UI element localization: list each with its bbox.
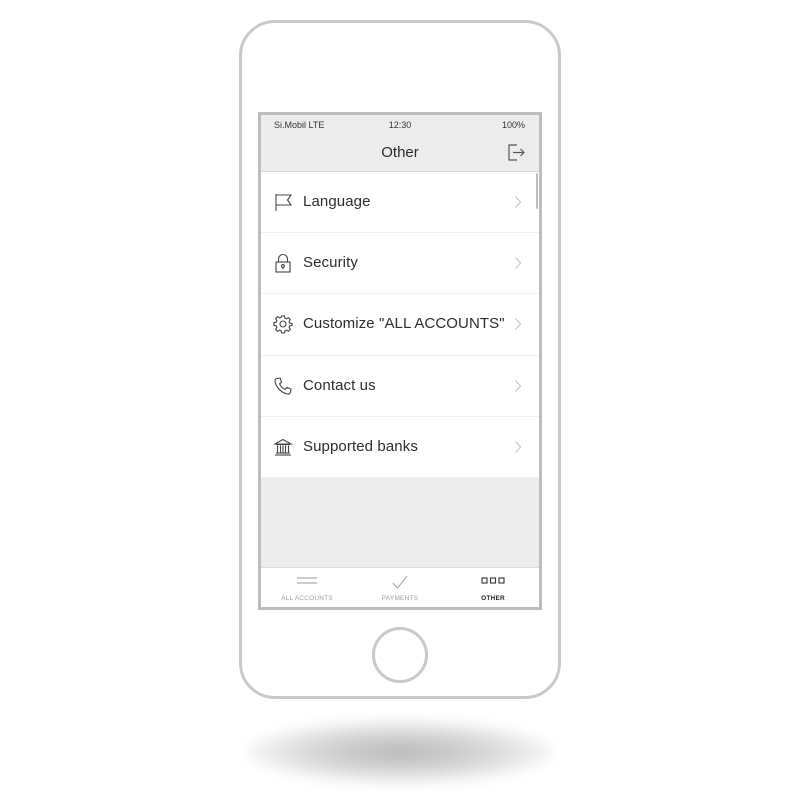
tab-label: ALL ACCOUNTS	[281, 595, 333, 602]
logout-button[interactable]	[505, 141, 527, 163]
tab-all-accounts[interactable]: ALL ACCOUNTS	[261, 568, 353, 607]
menu-item-security[interactable]: Security	[261, 233, 539, 295]
tab-bar: ALL ACCOUNTS PAYMENTS OTHER	[261, 567, 539, 607]
checkmark-icon	[392, 575, 408, 589]
menu-item-supported-banks[interactable]: Supported banks	[261, 416, 539, 478]
bank-icon	[272, 438, 294, 456]
menu-item-label: Language	[303, 193, 371, 210]
menu-lines-icon	[297, 577, 317, 584]
logout-icon	[508, 144, 525, 161]
home-button[interactable]	[372, 627, 428, 683]
menu-item-contact[interactable]: Contact us	[261, 355, 539, 417]
tab-payments[interactable]: PAYMENTS	[354, 568, 446, 607]
menu-item-label: Contact us	[303, 376, 376, 394]
status-time: 12:30	[388, 120, 412, 130]
phone-screen: Si.Mobil LTE 12:30 100% Other Language S…	[258, 112, 542, 610]
status-battery: 100%	[501, 120, 525, 130]
chevron-right-icon	[515, 440, 522, 453]
tab-other[interactable]: OTHER	[447, 568, 539, 607]
gear-icon	[273, 315, 293, 334]
chevron-right-icon	[515, 196, 522, 208]
device-shadow	[248, 720, 552, 784]
status-bar: Si.Mobil LTE 12:30 100%	[261, 115, 539, 135]
menu-item-label: Security	[303, 254, 358, 272]
tab-label: PAYMENTS	[381, 595, 419, 602]
menu-item-language[interactable]: Language	[261, 172, 539, 234]
app-header: Si.Mobil LTE 12:30 100% Other	[261, 115, 539, 172]
flag-icon	[275, 194, 293, 211]
chevron-right-icon	[515, 257, 522, 270]
tab-label: OTHER	[481, 595, 505, 602]
chevron-right-icon	[515, 379, 522, 392]
phone-icon	[274, 377, 292, 395]
chevron-right-icon	[515, 318, 522, 331]
menu-item-customize[interactable]: Customize "ALL ACCOUNTS"	[261, 294, 539, 356]
menu-item-label: Supported banks	[303, 437, 418, 455]
menu-item-label: Customize "ALL ACCOUNTS"	[303, 315, 505, 333]
settings-menu: Language Security Customize "ALL ACCOUNT…	[261, 172, 539, 478]
lock-icon	[275, 254, 291, 273]
page-title: Other	[381, 144, 419, 161]
three-squares-icon	[481, 577, 505, 584]
scrollbar[interactable]	[536, 173, 538, 209]
